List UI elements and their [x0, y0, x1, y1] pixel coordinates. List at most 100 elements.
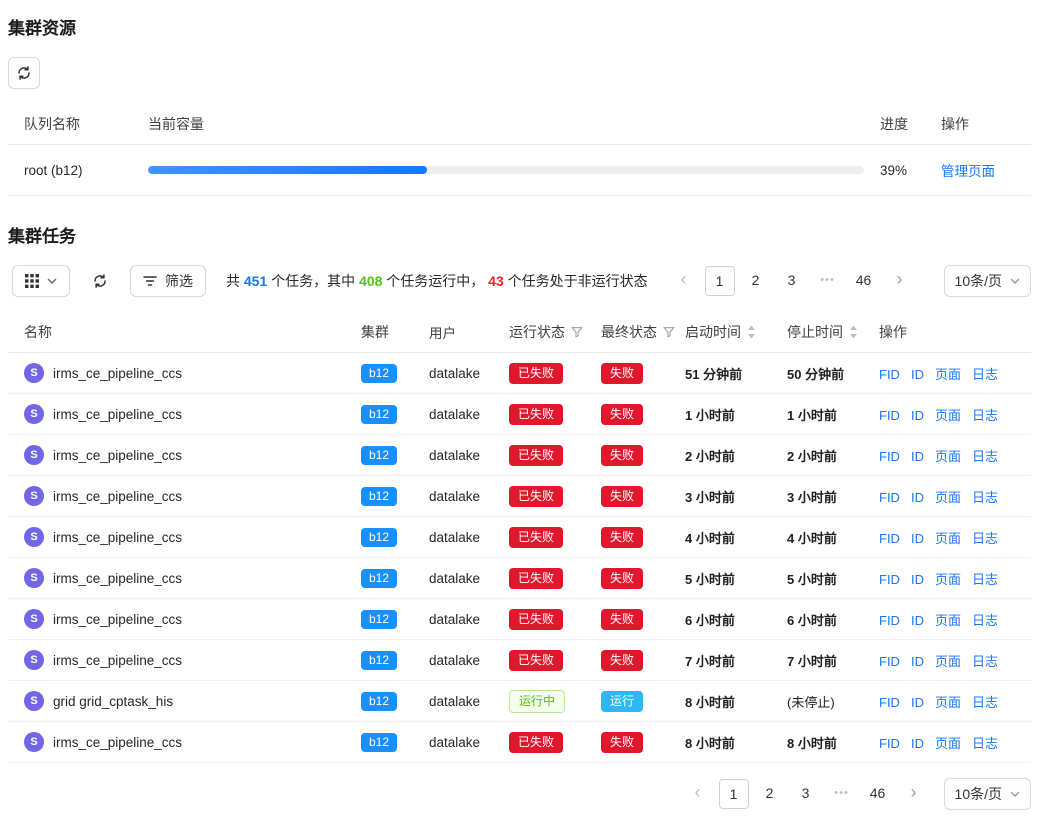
log-link[interactable]: 日志: [972, 613, 998, 628]
fid-link[interactable]: FID: [879, 572, 900, 587]
header-progress: 进度: [880, 114, 935, 134]
cluster-badge: b12: [361, 569, 397, 588]
pagination-page-3[interactable]: 3: [777, 266, 807, 296]
log-link[interactable]: 日志: [972, 367, 998, 382]
fid-link[interactable]: FID: [879, 613, 900, 628]
pagination-prev[interactable]: ‹: [683, 779, 713, 809]
id-link[interactable]: ID: [911, 449, 924, 464]
fid-link[interactable]: FID: [879, 736, 900, 751]
page-link[interactable]: 页面: [935, 695, 961, 710]
page-size-select[interactable]: 10条/页: [944, 265, 1031, 297]
page-size-select[interactable]: 10条/页: [944, 778, 1031, 810]
start-time: 3 小时前: [685, 487, 787, 506]
filter-button[interactable]: 筛选: [130, 265, 206, 297]
page-link[interactable]: 页面: [935, 736, 961, 751]
fid-link[interactable]: FID: [879, 449, 900, 464]
pagination-page-1[interactable]: 1: [705, 266, 735, 296]
id-link[interactable]: ID: [911, 613, 924, 628]
filter-funnel-icon[interactable]: [663, 326, 675, 338]
start-time: 2 小时前: [685, 446, 787, 465]
log-link[interactable]: 日志: [972, 408, 998, 423]
cluster-badge: b12: [361, 446, 397, 465]
grid-icon: [25, 274, 39, 288]
id-link[interactable]: ID: [911, 736, 924, 751]
run-status-badge: 已失败: [509, 650, 563, 671]
user-name: datalake: [429, 571, 509, 586]
not-running-count: 43: [488, 273, 504, 289]
pagination-page-2[interactable]: 2: [755, 779, 785, 809]
tasks-toolbar: 筛选 共 451 个任务，其中 408 个任务运行中， 43 个任务处于非运行状…: [12, 265, 1031, 297]
run-status-badge: 已失败: [509, 527, 563, 548]
log-link[interactable]: 日志: [972, 736, 998, 751]
cluster-badge: b12: [361, 528, 397, 547]
pagination-ellipsis[interactable]: •••: [813, 266, 843, 296]
id-link[interactable]: ID: [911, 531, 924, 546]
fid-link[interactable]: FID: [879, 531, 900, 546]
start-time: 8 小时前: [685, 733, 787, 752]
page-link[interactable]: 页面: [935, 654, 961, 669]
log-link[interactable]: 日志: [972, 449, 998, 464]
pagination-bottom: ‹ 1 2 3 ••• 46 ›: [680, 779, 932, 809]
sorter-icon[interactable]: [747, 325, 756, 339]
avatar: S: [24, 363, 44, 383]
fid-link[interactable]: FID: [879, 367, 900, 382]
fid-link[interactable]: FID: [879, 654, 900, 669]
tasks-refresh-button[interactable]: [84, 265, 116, 297]
header-user: 用户: [429, 322, 509, 342]
task-name: irms_ce_pipeline_ccs: [53, 530, 182, 545]
pagination-page-1[interactable]: 1: [719, 779, 749, 809]
column-settings-button[interactable]: [12, 265, 70, 297]
pagination-page-2[interactable]: 2: [741, 266, 771, 296]
page-link[interactable]: 页面: [935, 449, 961, 464]
pagination-next[interactable]: ›: [899, 779, 929, 809]
total-count: 451: [244, 273, 267, 289]
pagination-next[interactable]: ›: [885, 266, 915, 296]
fid-link[interactable]: FID: [879, 408, 900, 423]
table-row: Sgrid grid_cptask_his b12 datalake 运行中 运…: [8, 681, 1031, 722]
task-name: irms_ce_pipeline_ccs: [53, 653, 182, 668]
pagination-page-3[interactable]: 3: [791, 779, 821, 809]
page-link[interactable]: 页面: [935, 408, 961, 423]
log-link[interactable]: 日志: [972, 572, 998, 587]
start-time: 8 小时前: [685, 692, 787, 711]
id-link[interactable]: ID: [911, 572, 924, 587]
task-name: irms_ce_pipeline_ccs: [53, 366, 182, 381]
page-link[interactable]: 页面: [935, 613, 961, 628]
tasks-summary: 共 451 个任务，其中 408 个任务运行中， 43 个任务处于非运行状态: [226, 271, 648, 291]
stop-time: 2 小时前: [787, 446, 879, 465]
manage-page-link[interactable]: 管理页面: [941, 164, 995, 179]
id-link[interactable]: ID: [911, 367, 924, 382]
id-link[interactable]: ID: [911, 408, 924, 423]
cluster-badge: b12: [361, 487, 397, 506]
id-link[interactable]: ID: [911, 695, 924, 710]
log-link[interactable]: 日志: [972, 654, 998, 669]
pagination-ellipsis[interactable]: •••: [827, 779, 857, 809]
log-link[interactable]: 日志: [972, 531, 998, 546]
page-link[interactable]: 页面: [935, 572, 961, 587]
avatar: S: [24, 404, 44, 424]
avatar: S: [24, 609, 44, 629]
page-link[interactable]: 页面: [935, 367, 961, 382]
page-link[interactable]: 页面: [935, 490, 961, 505]
id-link[interactable]: ID: [911, 654, 924, 669]
pagination-prev[interactable]: ‹: [669, 266, 699, 296]
sorter-icon[interactable]: [849, 325, 858, 339]
stop-time: 1 小时前: [787, 405, 879, 424]
log-link[interactable]: 日志: [972, 695, 998, 710]
avatar: S: [24, 445, 44, 465]
final-status-badge: 失败: [601, 609, 643, 630]
table-row: Sirms_ce_pipeline_ccs b12 datalake 已失败 失…: [8, 476, 1031, 517]
page-link[interactable]: 页面: [935, 531, 961, 546]
header-final-status: 最终状态: [601, 322, 657, 342]
fid-link[interactable]: FID: [879, 695, 900, 710]
fid-link[interactable]: FID: [879, 490, 900, 505]
capacity-progress-bar: [148, 166, 864, 174]
pagination-page-46[interactable]: 46: [863, 779, 893, 809]
id-link[interactable]: ID: [911, 490, 924, 505]
table-row: Sirms_ce_pipeline_ccs b12 datalake 已失败 失…: [8, 722, 1031, 763]
filter-funnel-icon[interactable]: [571, 326, 583, 338]
resources-refresh-button[interactable]: [8, 57, 40, 89]
log-link[interactable]: 日志: [972, 490, 998, 505]
refresh-icon: [16, 65, 32, 81]
pagination-page-46[interactable]: 46: [849, 266, 879, 296]
